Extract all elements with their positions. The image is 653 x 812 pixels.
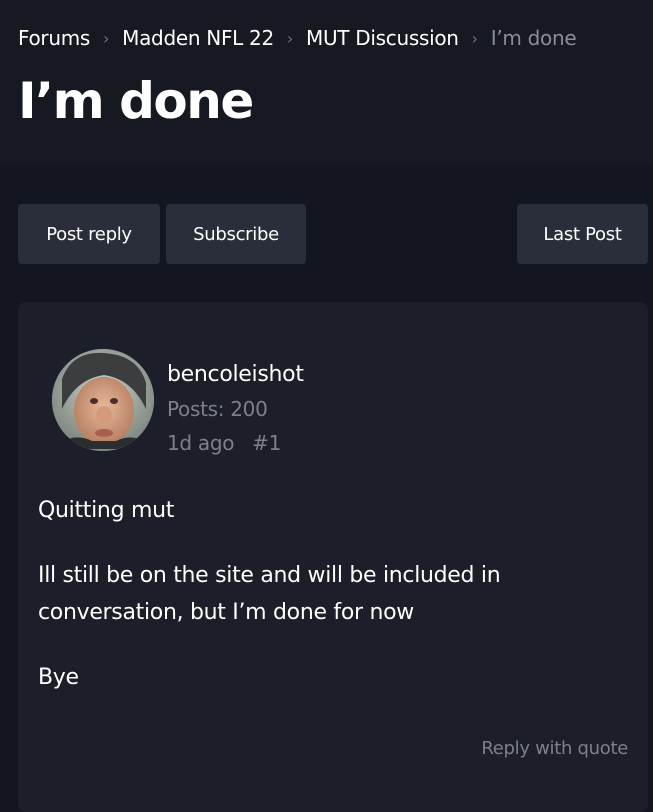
- chevron-right-icon: ›: [471, 28, 478, 48]
- subscribe-button[interactable]: Subscribe: [166, 204, 306, 264]
- post-card: bencoleishot Posts: 200 1d ago #1 Quitti…: [18, 302, 648, 812]
- post-reply-button[interactable]: Post reply: [18, 204, 160, 264]
- breadcrumb: Forums › Madden NFL 22 › MUT Discussion …: [18, 26, 577, 50]
- breadcrumb-mut-discussion[interactable]: MUT Discussion: [306, 26, 459, 50]
- user-photo-avatar-icon: [52, 349, 154, 451]
- post-count: Posts: 200: [167, 397, 268, 421]
- page-title: I’m done: [18, 72, 254, 130]
- post-paragraph: Bye: [38, 665, 79, 690]
- post-meta: 1d ago #1: [167, 431, 281, 455]
- last-post-button[interactable]: Last Post: [517, 204, 648, 264]
- post-paragraph: Quitting mut: [38, 498, 175, 523]
- breadcrumb-madden-nfl-22[interactable]: Madden NFL 22: [122, 26, 274, 50]
- chevron-right-icon: ›: [286, 28, 294, 48]
- avatar[interactable]: [52, 349, 154, 451]
- post-time[interactable]: 1d ago: [167, 431, 234, 455]
- post-body: Quitting mut Ill still be on the site an…: [38, 492, 628, 724]
- post-author[interactable]: bencoleishot: [167, 362, 304, 387]
- breadcrumb-forums[interactable]: Forums: [18, 26, 90, 50]
- post-number[interactable]: #1: [252, 431, 281, 455]
- breadcrumb-current: I’m done: [490, 26, 577, 50]
- chevron-right-icon: ›: [103, 28, 110, 48]
- thread-header: Forums › Madden NFL 22 › MUT Discussion …: [0, 0, 653, 165]
- post-paragraph: Ill still be on the site and will be inc…: [38, 563, 501, 625]
- reply-with-quote-link[interactable]: Reply with quote: [481, 738, 628, 759]
